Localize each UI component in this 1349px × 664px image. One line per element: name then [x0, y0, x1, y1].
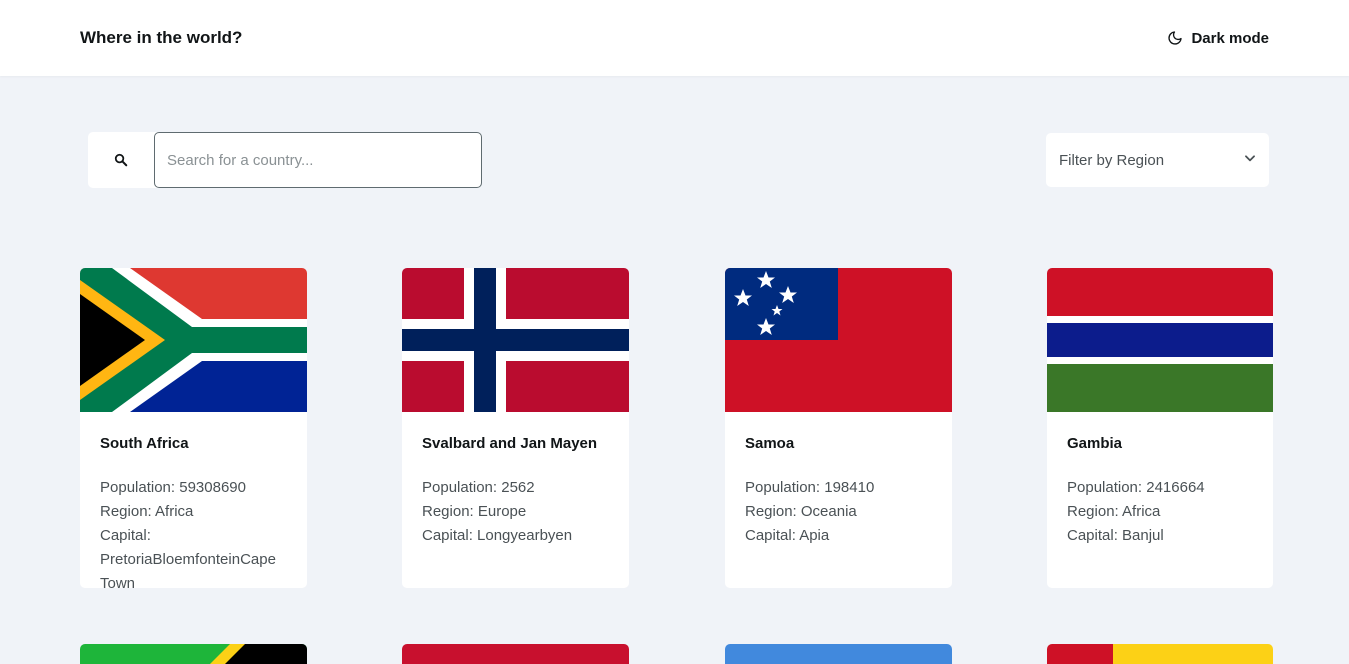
country-card-partial[interactable]: [725, 644, 952, 664]
population-value: 198410: [824, 479, 875, 496]
dark-mode-toggle[interactable]: Dark mode: [1167, 28, 1269, 48]
country-card-partial[interactable]: [402, 644, 629, 664]
population-value: 2562: [501, 479, 535, 496]
region-label: Region:: [100, 503, 152, 520]
capital-line: Capital: PretoriaBloemfonteinCape Town: [100, 524, 287, 588]
flag-image-partial: [80, 644, 307, 664]
app-title: Where in the world?: [80, 28, 243, 47]
region-value: Oceania: [800, 503, 857, 520]
country-card[interactable]: Gambia Population: 2416664 Region: Afric…: [1047, 268, 1273, 588]
region-value: Africa: [1122, 503, 1161, 520]
region-value: Europe: [477, 503, 527, 520]
population-line: Population: 2416664: [1067, 476, 1253, 500]
population-label: Population:: [1067, 479, 1143, 496]
country-card[interactable]: South Africa Population: 59308690 Region…: [80, 268, 307, 588]
country-card-partial[interactable]: [1047, 644, 1273, 664]
top-header: Where in the world? Dark mode: [0, 0, 1349, 76]
region-label: Region:: [1067, 503, 1119, 520]
region-label: Region:: [745, 503, 797, 520]
population-value: 59308690: [179, 479, 246, 496]
region-value: Africa: [155, 503, 194, 520]
region-filter-label: Filter by Region: [1059, 151, 1165, 169]
flag-image-partial: [725, 644, 952, 664]
capital-label: Capital:: [100, 527, 151, 544]
flag-image-partial: [1047, 644, 1273, 664]
country-card[interactable]: Samoa Population: 198410 Region: Oceania…: [725, 268, 952, 588]
population-line: Population: 59308690: [100, 476, 287, 500]
capital-value: Banjul: [1122, 527, 1164, 544]
population-label: Population:: [100, 479, 176, 496]
search-input[interactable]: [154, 132, 482, 188]
capital-value: Apia: [799, 527, 830, 544]
capital-value: PretoriaBloemfonteinCape Town: [100, 551, 276, 588]
region-line: Region: Africa: [100, 500, 287, 524]
capital-line: Capital: Longyearbyen: [422, 524, 609, 548]
svalbard-flag-image: [402, 268, 629, 412]
population-label: Population:: [422, 479, 498, 496]
capital-line: Capital: Apia: [745, 524, 932, 548]
region-line: Region: Europe: [422, 500, 609, 524]
country-name: Samoa: [745, 435, 795, 452]
region-line: Region: Oceania: [745, 500, 932, 524]
capital-value: Longyearbyen: [477, 527, 573, 544]
search-icon[interactable]: [88, 132, 154, 188]
region-label: Region:: [422, 503, 474, 520]
moon-icon: [1167, 30, 1183, 46]
population-value: 2416664: [1146, 479, 1205, 496]
population-line: Population: 2562: [422, 476, 609, 500]
population-line: Population: 198410: [745, 476, 932, 500]
region-line: Region: Africa: [1067, 500, 1253, 524]
samoa-flag-image: [725, 268, 952, 412]
population-label: Population:: [745, 479, 821, 496]
capital-label: Capital:: [745, 527, 796, 544]
capital-label: Capital:: [422, 527, 473, 544]
country-card-partial[interactable]: [80, 644, 307, 664]
capital-label: Capital:: [1067, 527, 1118, 544]
country-name: South Africa: [100, 435, 189, 452]
search-bar: [88, 132, 482, 188]
country-name: Gambia: [1067, 435, 1123, 452]
gambia-flag-image: [1047, 268, 1273, 412]
chevron-down-icon: [1243, 151, 1257, 169]
region-filter-select[interactable]: Filter by Region: [1046, 133, 1269, 187]
capital-line: Capital: Banjul: [1067, 524, 1253, 548]
country-card[interactable]: Svalbard and Jan Mayen Population: 2562 …: [402, 268, 629, 588]
dark-mode-label: Dark mode: [1191, 29, 1269, 47]
south-africa-flag-image: [80, 268, 307, 412]
country-name: Svalbard and Jan Mayen: [422, 435, 598, 452]
flag-image-partial: [402, 644, 629, 664]
